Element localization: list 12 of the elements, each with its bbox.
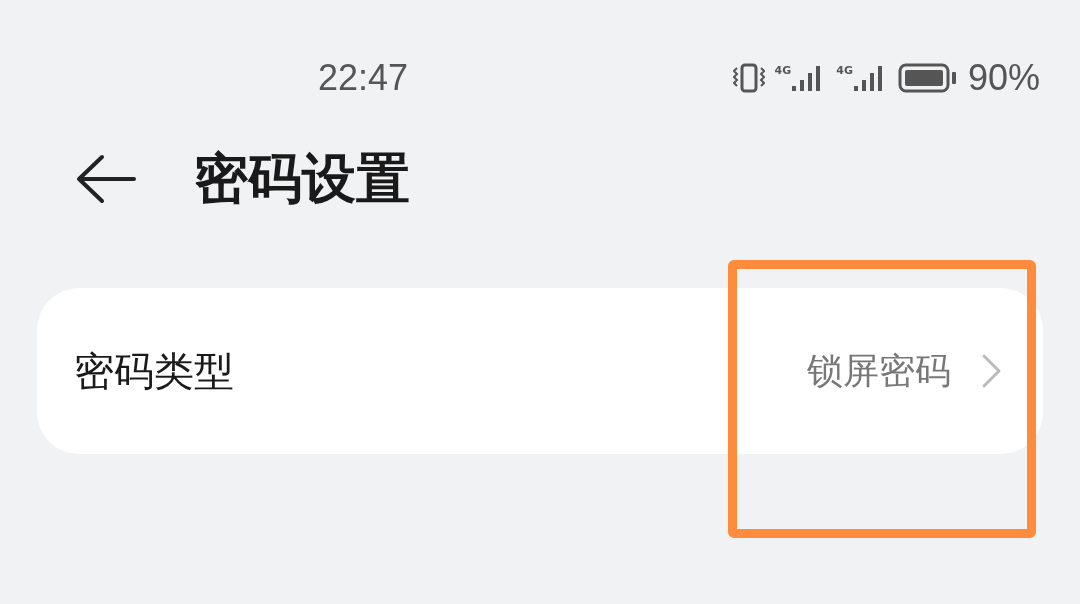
- row-label: 密码类型: [74, 346, 235, 396]
- network-type: 4G: [774, 64, 792, 77]
- network-type: 4G: [836, 64, 853, 77]
- page-title: 密码设置: [194, 145, 410, 212]
- settings-row[interactable]: 密码类型 锁屏密码: [37, 288, 1043, 454]
- battery-percentage: 90%: [967, 57, 1040, 99]
- vibrate-icon: [732, 63, 765, 93]
- row-value: 锁屏密码: [807, 348, 951, 393]
- battery-icon: [897, 63, 958, 93]
- chevron-icon: [981, 353, 1003, 389]
- status-time: 22:47: [318, 57, 409, 99]
- back-icon[interactable]: [76, 154, 136, 204]
